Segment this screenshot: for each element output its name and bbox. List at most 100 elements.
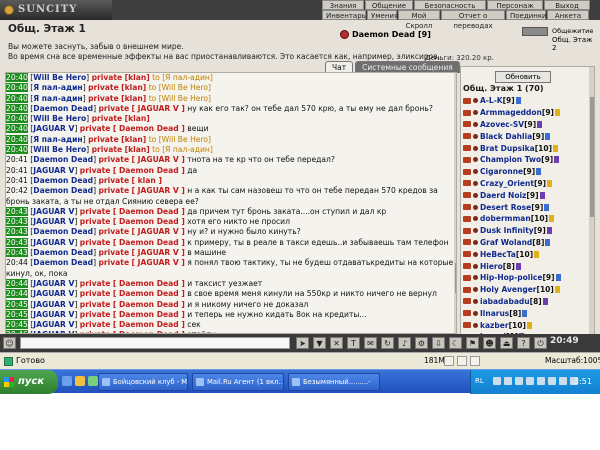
player-list-item[interactable]: Brat Dupsika [10] xyxy=(463,142,589,154)
chat-nick[interactable]: Will Be Hero xyxy=(33,145,86,154)
chat-recipient[interactable]: [ klan ] xyxy=(132,176,162,185)
player-list-item[interactable]: Armmageddon [9] xyxy=(463,107,589,119)
info-badge-icon[interactable] xyxy=(545,238,551,246)
info-badge-icon[interactable] xyxy=(545,132,551,140)
info-badge-icon[interactable] xyxy=(544,203,550,211)
chat-private-tag[interactable]: private xyxy=(88,94,119,103)
chat-scrollbar[interactable] xyxy=(454,73,456,333)
player-list-item[interactable]: Graf Woland [8] xyxy=(463,237,589,249)
player-list-item[interactable]: HeBecTa [10] xyxy=(463,248,589,260)
chat-recipient[interactable]: [ Daemon Dead ] xyxy=(113,310,185,319)
player-list-scrollbar[interactable] xyxy=(589,67,594,335)
menu-security[interactable]: Безопасность xyxy=(414,0,486,10)
chat-nick[interactable]: Will Be Hero xyxy=(33,114,86,123)
private-chat-icon[interactable] xyxy=(463,215,471,222)
chat-private-tag[interactable]: private xyxy=(80,207,111,216)
player-list-item[interactable]: Desert Rose [9] xyxy=(463,201,589,213)
people-icon[interactable]: ☻ xyxy=(483,337,496,349)
player-nick[interactable]: Azovec-SV xyxy=(480,120,524,129)
player-nick[interactable]: Desert Rose xyxy=(480,203,531,212)
chat-private-tag[interactable]: private xyxy=(80,166,111,175)
player-list-item[interactable]: Daerd Noiz [9] xyxy=(463,189,589,201)
tray-network-icon[interactable] xyxy=(493,377,501,385)
private-chat-icon[interactable] xyxy=(463,180,471,187)
tray-antivirus-icon[interactable] xyxy=(515,377,523,385)
help-icon[interactable]: ? xyxy=(517,337,530,349)
info-badge-icon[interactable] xyxy=(536,168,542,176)
info-badge-icon[interactable] xyxy=(549,215,555,223)
chat-recipient[interactable]: [klan] xyxy=(125,145,150,154)
chat-nick[interactable]: JAGUAR V xyxy=(33,310,74,319)
menu-social[interactable]: Общение xyxy=(365,0,413,10)
menu-profile[interactable]: Анкета xyxy=(547,10,589,20)
private-chat-icon[interactable] xyxy=(463,97,471,104)
chat-private-tag[interactable]: private xyxy=(98,155,129,164)
info-badge-icon[interactable] xyxy=(539,191,545,199)
chat-recipient[interactable]: [ JAGUAR V ] xyxy=(132,227,185,236)
tray-agent-icon[interactable] xyxy=(526,377,534,385)
player-nick[interactable]: dobermman xyxy=(480,214,531,223)
chat-private-tag[interactable]: private xyxy=(92,114,123,123)
tray-volume-icon[interactable] xyxy=(504,377,512,385)
chat-recipient[interactable]: [klan] xyxy=(125,73,150,82)
chat-nick[interactable]: Я пал-адин xyxy=(33,135,82,144)
menu-transfer-report[interactable]: Отчет о переводах xyxy=(441,10,505,30)
chat-nick[interactable]: Daemon Dead xyxy=(33,186,93,195)
task-untitled[interactable]: Безымянный.........- xyxy=(288,373,380,391)
player-nick[interactable]: HeBecTa xyxy=(480,250,516,259)
tray-update-icon[interactable] xyxy=(548,377,556,385)
chat-nick[interactable]: JAGUAR V xyxy=(33,320,74,329)
chat-recipient[interactable]: [ Daemon Dead ] xyxy=(113,320,185,329)
folder-icon[interactable] xyxy=(75,376,85,386)
info-badge-icon[interactable] xyxy=(554,109,560,117)
chat-private-tag[interactable]: private xyxy=(92,73,123,82)
location-floor-2[interactable]: Общ. Этаж 2 xyxy=(552,36,594,52)
info-badge-icon[interactable] xyxy=(554,286,560,294)
exit-icon[interactable]: ⏏ xyxy=(500,337,513,349)
scroll-lock-icon[interactable]: ⇩ xyxy=(432,337,445,349)
location-minimap[interactable] xyxy=(522,27,548,36)
info-badge-icon[interactable] xyxy=(554,156,560,164)
info-badge-icon[interactable] xyxy=(515,97,521,105)
player-nick[interactable]: Armmageddon xyxy=(480,108,542,117)
private-chat-icon[interactable] xyxy=(463,322,471,329)
task-mail-agent[interactable]: Mail.Ru Агент (1 вкл... xyxy=(192,373,284,391)
menu-inventory[interactable]: Инвентарь xyxy=(322,10,366,20)
info-badge-icon[interactable] xyxy=(547,179,553,187)
menu-knowledge[interactable]: Знания xyxy=(322,0,364,10)
power-icon[interactable]: ⏻ xyxy=(534,337,547,349)
player-nick[interactable]: Brat Dupsika xyxy=(480,144,535,153)
chat-nick[interactable]: JAGUAR V xyxy=(33,207,74,216)
chat-recipient[interactable]: [klan] xyxy=(121,135,146,144)
sound-icon[interactable]: ♪ xyxy=(398,337,411,349)
chat-private-tag[interactable]: private xyxy=(88,83,119,92)
chat-private-tag[interactable]: private xyxy=(80,320,111,329)
info-badge-icon[interactable] xyxy=(534,250,540,258)
player-list-scroll-thumb[interactable] xyxy=(590,97,594,217)
chat-recipient[interactable]: [ JAGUAR V ] xyxy=(132,186,185,195)
chat-recipient[interactable]: [ Daemon Dead ] xyxy=(113,166,185,175)
private-chat-icon[interactable] xyxy=(463,239,471,246)
chat-recipient[interactable]: [ JAGUAR V ] xyxy=(132,258,185,267)
player-list-item[interactable]: Hiero [8] xyxy=(463,260,589,272)
start-button[interactable]: пуск xyxy=(0,370,58,394)
player-list-item[interactable]: Holy Avenger [10] xyxy=(463,284,589,296)
chat-nick[interactable]: Daemon Dead xyxy=(33,258,93,267)
sleep-icon[interactable]: ☾ xyxy=(449,337,462,349)
info-badge-icon[interactable] xyxy=(542,297,548,305)
tray-misc-icon[interactable] xyxy=(537,377,545,385)
chat-recipient[interactable]: [ JAGUAR V ] xyxy=(132,104,185,113)
refresh-chat-icon[interactable]: ↻ xyxy=(381,337,394,349)
chat-nick[interactable]: Will Be Hero xyxy=(33,73,86,82)
chat-recipient[interactable]: [ Daemon Dead ] xyxy=(113,300,185,309)
chat-nick[interactable]: Daemon Dead xyxy=(33,176,93,185)
chat-recipient[interactable]: [ Daemon Dead ] xyxy=(113,217,185,226)
chat-recipient[interactable]: [klan] xyxy=(125,114,150,123)
info-badge-icon[interactable] xyxy=(537,120,543,128)
chat-nick[interactable]: JAGUAR V xyxy=(33,279,74,288)
chat-private-tag[interactable]: private xyxy=(80,279,111,288)
chat-nick[interactable]: Я пал-адин xyxy=(33,83,82,92)
chat-recipient[interactable]: [ Daemon Dead ] xyxy=(113,289,185,298)
info-badge-icon[interactable] xyxy=(546,227,552,235)
smile-icon[interactable]: ☺ xyxy=(3,337,16,349)
